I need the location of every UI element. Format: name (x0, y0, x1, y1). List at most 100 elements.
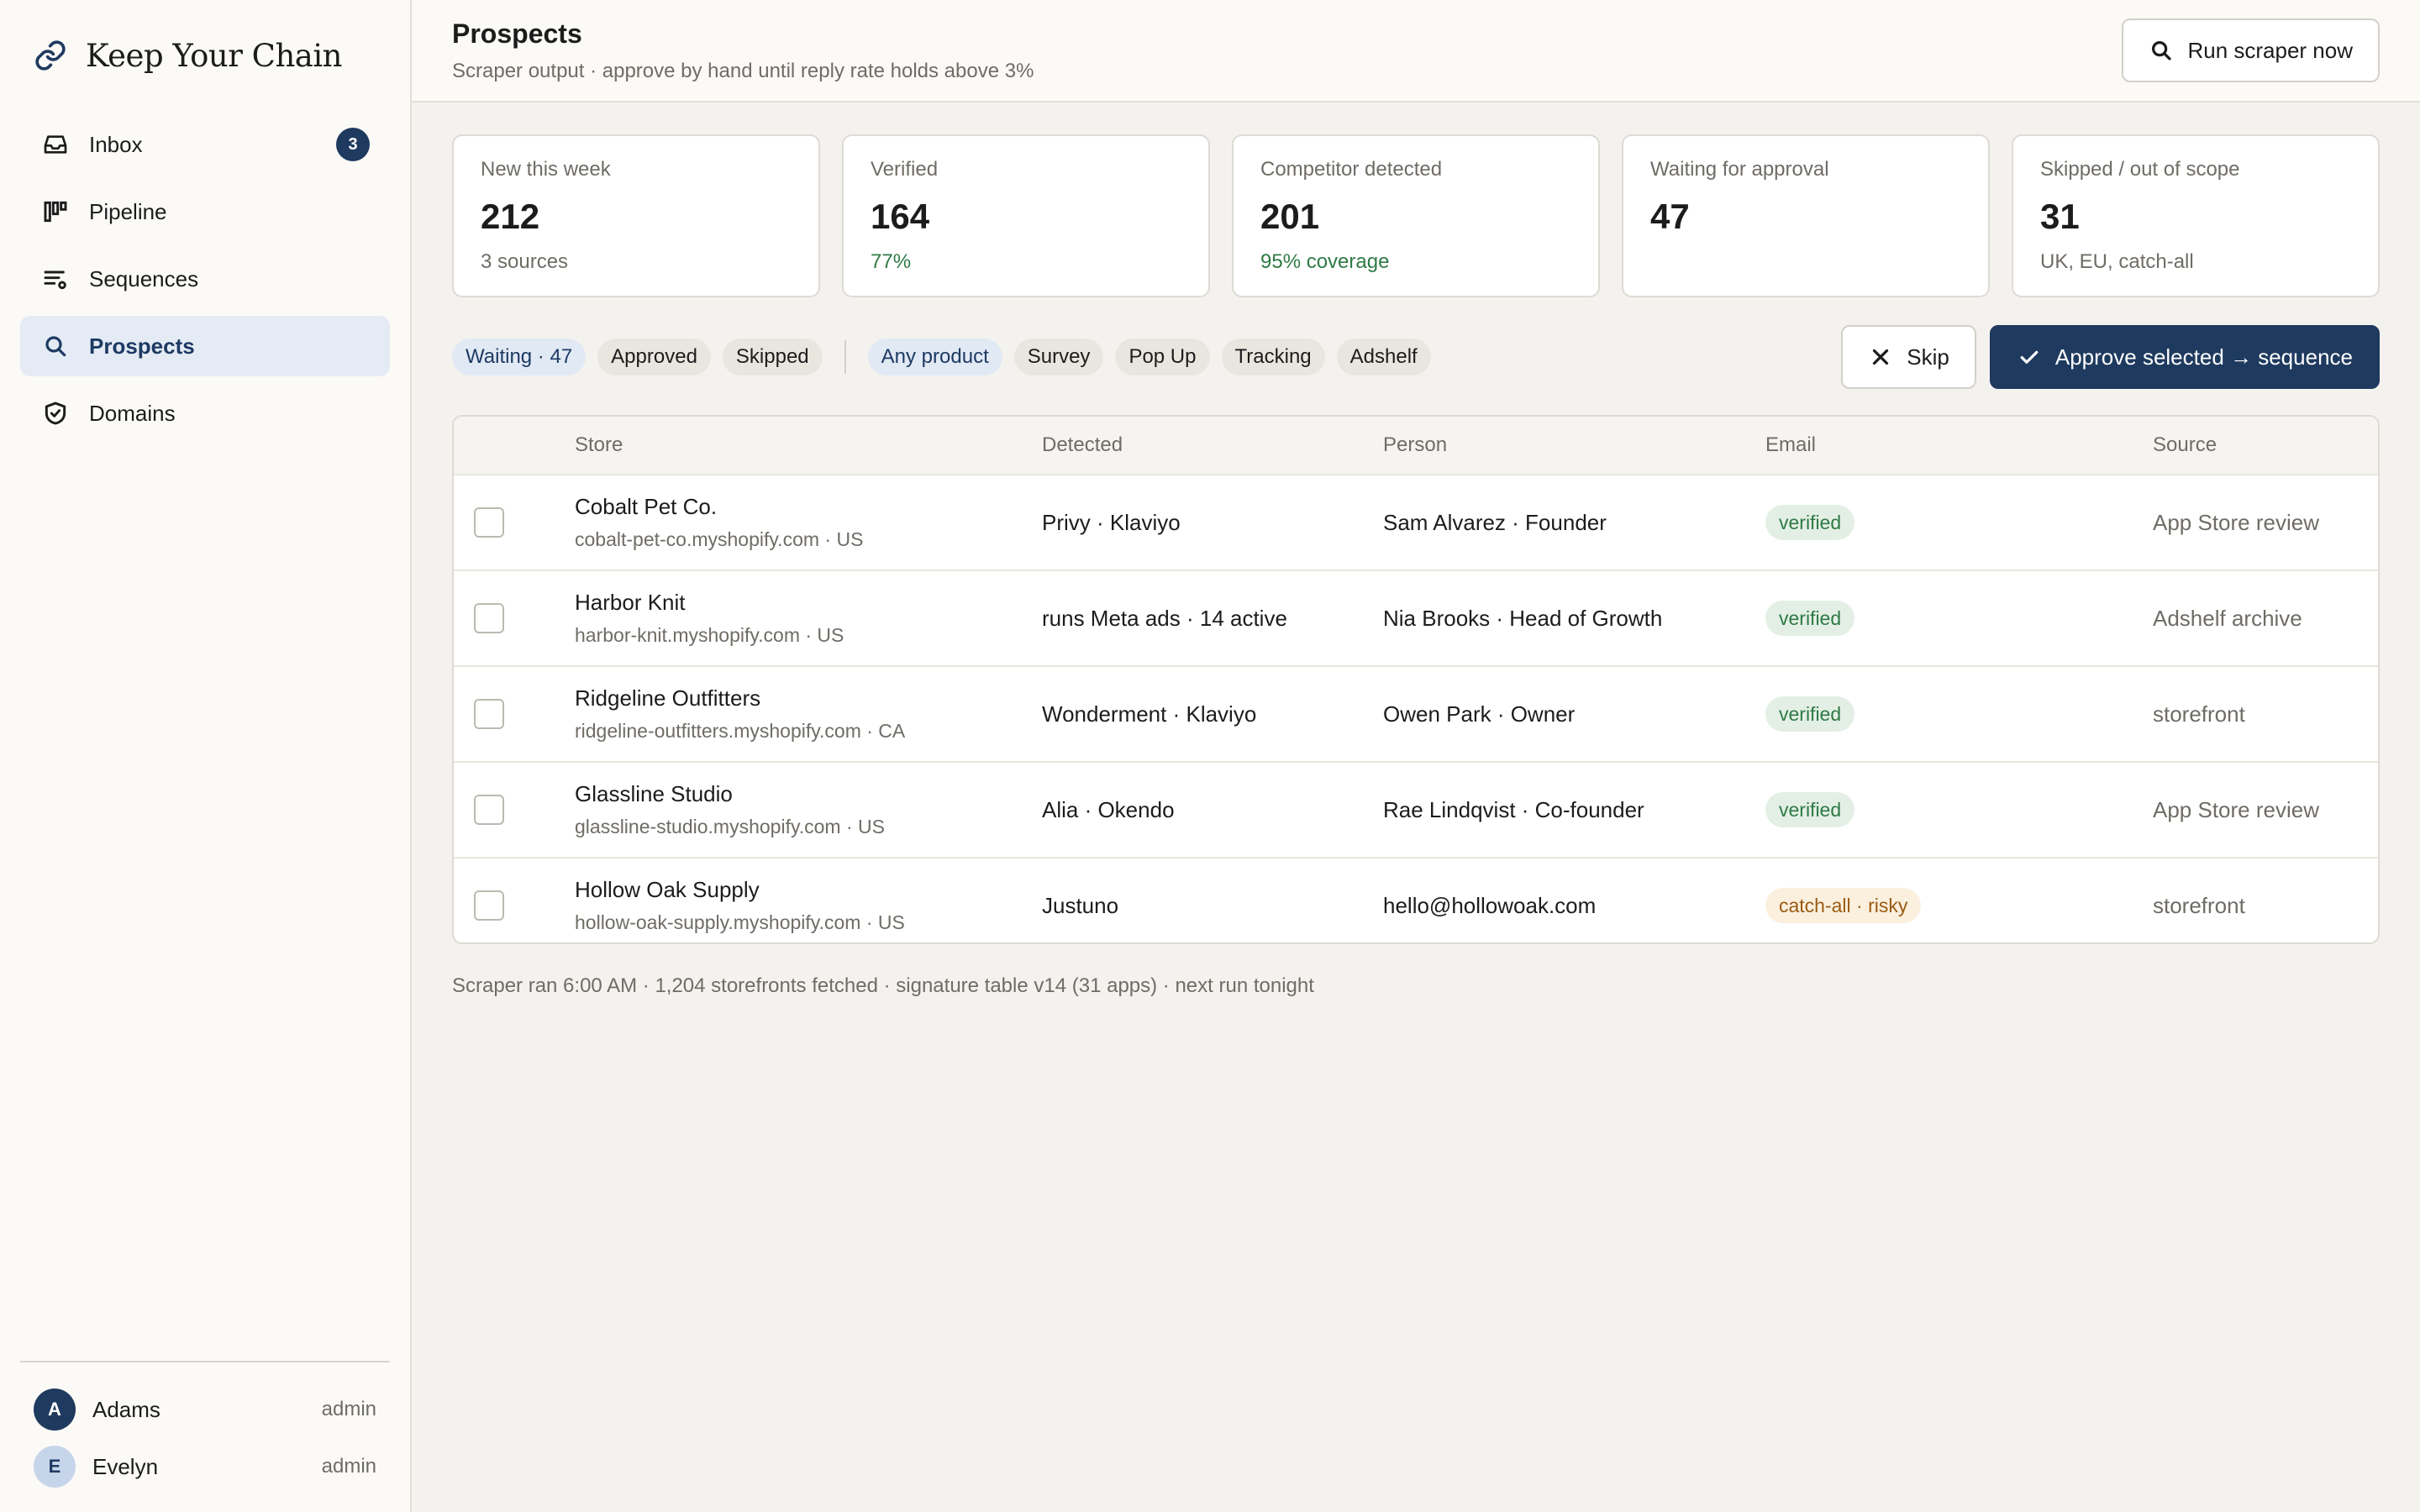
stat-label: Verified (871, 158, 939, 181)
email-status-badge: catch-all · risky (1765, 888, 1922, 923)
row-checkbox[interactable] (474, 507, 504, 538)
search-icon (42, 333, 69, 360)
stat-value: 212 (481, 197, 540, 236)
user-name: Adams (92, 1396, 160, 1422)
sidebar-item-label: Prospects (89, 333, 195, 359)
inbox-icon (42, 131, 69, 158)
email-status-badge: verified (1765, 792, 1855, 827)
skip-label: Skip (1907, 344, 1949, 370)
scraper-status-note: Scraper ran 6:00 AM · 1,204 storefronts … (452, 974, 1314, 997)
shield-check-icon (42, 400, 69, 427)
stat-card: Skipped / out of scope 31 UK, EU, catch-… (2012, 134, 2380, 297)
column-header-detected[interactable]: Detected (1042, 433, 1383, 457)
sidebar-item-sequences[interactable]: Sequences (20, 249, 390, 309)
filter-chip-pop-up[interactable]: Pop Up (1115, 339, 1210, 375)
table-body: Cobalt Pet Co. cobalt-pet-co.myshopify.c… (454, 475, 2378, 942)
column-header-person[interactable]: Person (1383, 433, 1765, 457)
filter-chip-waiting[interactable]: Waiting · 47 (452, 339, 587, 375)
stat-label: New this week (481, 158, 611, 181)
store-url: glassline-studio.myshopify.com · US (575, 816, 885, 837)
sidebar-item-inbox[interactable]: Inbox 3 (20, 114, 390, 175)
source: App Store review (2153, 796, 2319, 822)
stats-row: New this week 212 3 sources Verified 164… (452, 134, 2380, 297)
search-icon (2149, 38, 2174, 63)
person: hello@hollowoak.com (1383, 892, 1597, 918)
filter-chip-approved[interactable]: Approved (597, 339, 711, 375)
sidebar-item-prospects[interactable]: Prospects (20, 316, 390, 376)
filter-chip-adshelf[interactable]: Adshelf (1336, 339, 1431, 375)
skip-button[interactable]: Skip (1841, 325, 1976, 389)
table-header: Store Detected Person Email Source (454, 417, 2378, 475)
table-row[interactable]: Hollow Oak Supply hollow-oak-supply.mysh… (454, 858, 2378, 942)
pipeline-icon (42, 198, 69, 225)
stat-sub: UK, EU, catch-all (2040, 250, 2194, 273)
email-status-badge: verified (1765, 505, 1855, 540)
stat-card: Competitor detected 201 95% coverage (1232, 134, 1600, 297)
table-row[interactable]: Ridgeline Outfitters ridgeline-outfitter… (454, 667, 2378, 763)
column-header-source[interactable]: Source (2153, 433, 2378, 457)
page-header: Prospects Scraper output · approve by ha… (412, 0, 2420, 102)
page-subtitle: Scraper output · approve by hand until r… (452, 59, 1034, 82)
detected-apps: Wonderment · Klaviyo (1042, 701, 1257, 727)
store-name: Cobalt Pet Co. (575, 494, 718, 519)
user-row[interactable]: A Adams admin (20, 1381, 390, 1438)
user-row[interactable]: E Evelyn admin (20, 1438, 390, 1495)
stat-value: 47 (1650, 197, 1690, 236)
email-status-badge: verified (1765, 601, 1855, 636)
stat-sub: 95% coverage (1260, 250, 1390, 273)
table-row[interactable]: Glassline Studio glassline-studio.myshop… (454, 763, 2378, 858)
source: storefront (2153, 701, 2245, 727)
user-role: admin (321, 1398, 376, 1420)
detected-apps: Justuno (1042, 892, 1119, 918)
sidebar-item-label: Inbox (89, 131, 143, 157)
inbox-count-badge: 3 (336, 128, 370, 161)
brand[interactable]: Keep Your Chain (20, 0, 390, 111)
run-scraper-label: Run scraper now (2187, 37, 2353, 63)
sidebar-item-domains[interactable]: Domains (20, 383, 390, 444)
sidebar-item-pipeline[interactable]: Pipeline (20, 181, 390, 242)
store-url: harbor-knit.myshopify.com · US (575, 624, 844, 646)
filter-chip-survey[interactable]: Survey (1013, 339, 1104, 375)
stat-label: Competitor detected (1260, 158, 1443, 181)
store-url: cobalt-pet-co.myshopify.com · US (575, 528, 864, 550)
detected-apps: Privy · Klaviyo (1042, 509, 1181, 535)
table-row[interactable]: Harbor Knit harbor-knit.myshopify.com · … (454, 571, 2378, 667)
store-name: Hollow Oak Supply (575, 877, 760, 902)
row-checkbox[interactable] (474, 603, 504, 633)
sequences-icon (42, 265, 69, 292)
table-row[interactable]: Cobalt Pet Co. cobalt-pet-co.myshopify.c… (454, 475, 2378, 571)
row-checkbox[interactable] (474, 890, 504, 921)
stat-card: Verified 164 77% (842, 134, 1210, 297)
source: App Store review (2153, 509, 2319, 535)
stat-sub: 77% (871, 250, 912, 273)
run-scraper-button[interactable]: Run scraper now (2122, 18, 2380, 82)
column-header-store[interactable]: Store (575, 433, 1042, 457)
stat-sub: 3 sources (481, 250, 569, 273)
stat-card: Waiting for approval 47 (1622, 134, 1990, 297)
stat-value: 201 (1260, 197, 1320, 236)
column-header-email[interactable]: Email (1765, 433, 2153, 457)
row-checkbox[interactable] (474, 699, 504, 729)
approve-selected-button[interactable]: Approve selected → sequence (1989, 325, 2380, 389)
store-url: ridgeline-outfitters.myshopify.com · CA (575, 720, 906, 742)
row-checkbox[interactable] (474, 795, 504, 825)
detected-apps: Alia · Okendo (1042, 796, 1175, 822)
detected-apps: runs Meta ads · 14 active (1042, 605, 1287, 631)
filter-chip-any-product[interactable]: Any product (867, 339, 1002, 375)
sidebar-item-label: Pipeline (89, 198, 167, 224)
check-icon (2017, 344, 2042, 370)
user-name: Evelyn (92, 1453, 159, 1479)
filter-divider (844, 340, 846, 374)
store-name: Harbor Knit (575, 590, 686, 615)
user-list: A Adams admin E Evelyn admin (20, 1361, 390, 1512)
filter-chip-tracking[interactable]: Tracking (1221, 339, 1325, 375)
avatar: E (34, 1446, 76, 1488)
approve-selected-label: Approve selected → sequence (2054, 344, 2353, 370)
sidebar-nav: Inbox 3 Pipeline Sequences Prospects Dom… (20, 114, 390, 444)
close-icon (1868, 344, 1893, 370)
store-name: Ridgeline Outfitters (575, 685, 761, 711)
app: Keep Your Chain Inbox 3 Pipeline Sequenc… (0, 0, 2420, 1512)
person: Nia Brooks · Head of Growth (1383, 605, 1663, 631)
person: Owen Park · Owner (1383, 701, 1576, 727)
filter-chip-skipped[interactable]: Skipped (722, 339, 823, 375)
